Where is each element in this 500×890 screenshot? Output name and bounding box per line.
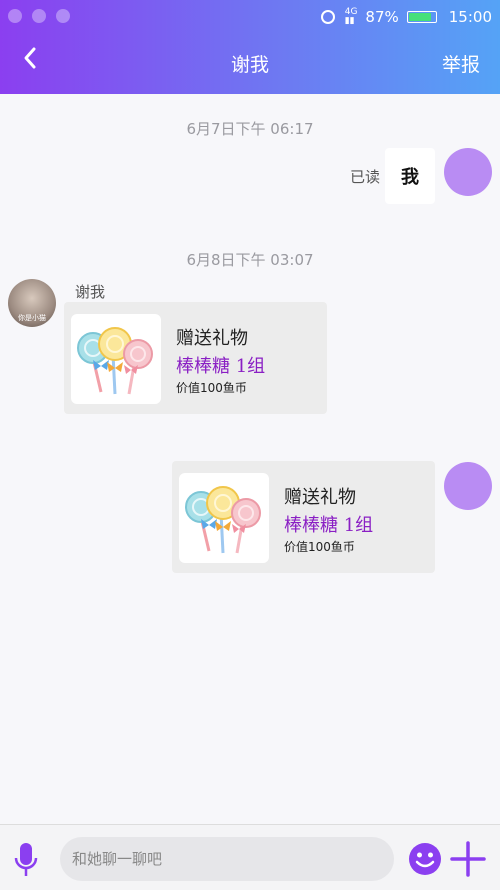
clock-time: 15:00 — [448, 8, 492, 26]
avatar[interactable]: 你是小猫 — [8, 279, 56, 327]
gift-title: 赠送礼物 — [284, 487, 356, 508]
lollipop-icon — [77, 327, 153, 395]
more-button[interactable] — [450, 841, 486, 881]
emoji-icon — [409, 843, 441, 875]
timestamp: 6月7日下午 06:17 — [186, 120, 314, 138]
mic-icon — [14, 843, 38, 876]
battery-percent: 87% — [365, 8, 399, 26]
read-status: 已读 — [350, 168, 381, 186]
avatar[interactable] — [444, 148, 492, 196]
gift-thumbnail — [179, 473, 269, 563]
timestamp: 6月8日下午 03:07 — [186, 251, 314, 269]
page-title: 谢我 — [230, 54, 269, 76]
emoji-button[interactable] — [408, 842, 442, 880]
gift-item: 棒棒糖 1组 — [284, 515, 374, 536]
alarm-icon — [320, 10, 335, 24]
sender-name: 谢我 — [75, 283, 106, 301]
status-bar: 4G ▮▮ 87% 15:00 — [0, 0, 500, 34]
gift-value: 价值100鱼币 — [284, 540, 355, 554]
input-bar — [0, 824, 500, 890]
app-notification-icon — [56, 9, 70, 23]
nav-bar: 谢我 举报 — [0, 34, 500, 92]
gift-card[interactable]: 赠送礼物 棒棒糖 1组 价值100鱼币 — [172, 461, 435, 573]
lollipop-icon — [185, 486, 261, 554]
avatar[interactable] — [444, 462, 492, 510]
gift-thumbnail — [71, 314, 161, 404]
gift-card[interactable]: 赠送礼物 棒棒糖 1组 价值100鱼币 — [64, 302, 327, 414]
gift-value: 价值100鱼币 — [176, 381, 247, 395]
signal-icon: 4G ▮▮ — [344, 7, 358, 26]
plus-icon — [450, 841, 486, 877]
gift-item: 棒棒糖 1组 — [176, 356, 266, 377]
report-button[interactable]: 举报 — [442, 50, 480, 77]
message-input[interactable] — [60, 837, 394, 881]
avatar-caption: 你是小猫 — [18, 314, 46, 322]
voice-button[interactable] — [14, 842, 38, 882]
app-notification-icon — [32, 9, 46, 23]
notification-icon — [8, 9, 22, 23]
header-bar: 4G ▮▮ 87% 15:00 谢我 举报 — [0, 0, 500, 94]
message-bubble[interactable]: 我 — [385, 148, 435, 204]
gift-title: 赠送礼物 — [176, 328, 248, 349]
battery-icon — [406, 11, 437, 23]
